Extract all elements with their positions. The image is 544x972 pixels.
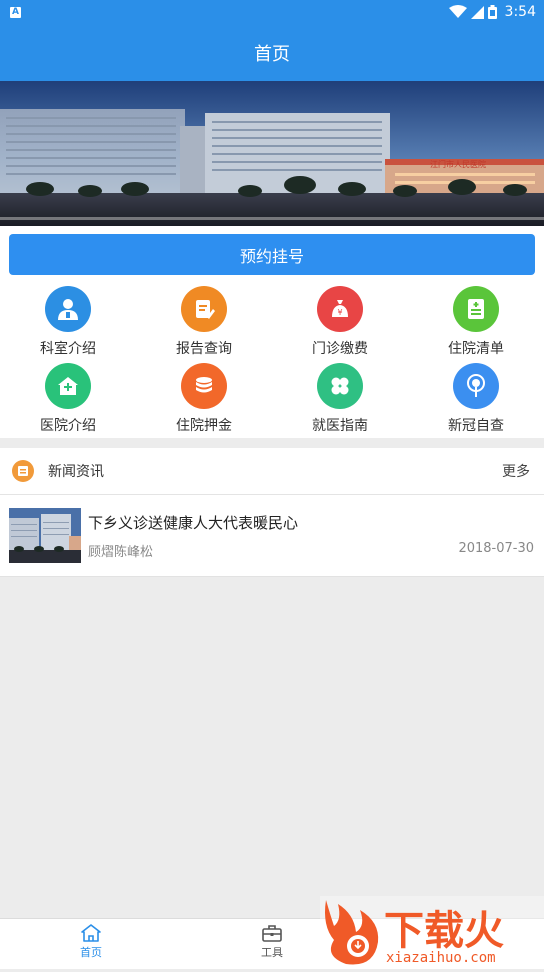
page-title: 首页 [254, 43, 290, 65]
menu-item-label: 报告查询 [176, 341, 232, 357]
virus-check-icon [453, 363, 499, 409]
menu-item-deposit[interactable]: 住院押金 [136, 363, 272, 440]
news-item-date: 2018-07-30 [458, 541, 534, 556]
money-bag-icon: ¥ [317, 286, 363, 332]
svg-text:¥: ¥ [337, 308, 342, 317]
news-icon [12, 460, 34, 482]
appointment-button[interactable]: 预约挂号 [9, 234, 535, 275]
news-thumbnail [9, 508, 81, 563]
doctor-icon [45, 286, 91, 332]
menu-item-inpatient-list[interactable]: 住院清单 [408, 286, 544, 363]
battery-icon [487, 5, 497, 19]
toolbox-icon [262, 925, 282, 942]
tab-home[interactable]: 首页 [46, 923, 136, 960]
menu-item-guide[interactable]: 就医指南 [272, 363, 408, 440]
watermark-logo: 下载火 xiazaihuo.com [320, 896, 544, 968]
menu-item-report[interactable]: 报告查询 [136, 286, 272, 363]
hospital-icon [45, 363, 91, 409]
menu-item-label: 科室介绍 [40, 341, 96, 357]
news-item-title: 下乡义诊送健康人大代表暖民心 [88, 514, 299, 532]
menu-item-label: 住院押金 [176, 418, 232, 434]
status-bar: A 3:54 [0, 0, 544, 24]
tab-tools[interactable]: 工具 [227, 923, 317, 960]
menu-item-hospital-intro[interactable]: 医院介绍 [0, 363, 136, 440]
notification-icon: A [10, 6, 21, 18]
tab-home-label: 首页 [80, 946, 102, 959]
banner-sign-text: 江门市人民医院 [430, 159, 486, 169]
news-more-link[interactable]: 更多 [502, 461, 530, 481]
hospital-banner[interactable]: 江门市人民医院 [0, 81, 544, 226]
menu-item-label: 住院清单 [448, 341, 504, 357]
wifi-icon [448, 5, 467, 18]
hospital-banner-image: 江门市人民医院 [0, 81, 544, 226]
coins-icon [181, 363, 227, 409]
report-icon [181, 286, 227, 332]
menu-item-label: 新冠自查 [448, 418, 504, 434]
clock: 3:54 [504, 4, 536, 20]
menu-item-label: 医院介绍 [40, 418, 96, 434]
home-menu-panel: 预约挂号 科室介绍 报告查询 ¥ 门诊缴费 住院清单 医院介绍 住院押金 就医指… [0, 226, 544, 438]
xiazaihuo-watermark: 下载火 xiazaihuo.com [320, 896, 544, 968]
clover-icon [317, 363, 363, 409]
app-bar: 首页 [0, 24, 544, 81]
menu-item-covid-check[interactable]: 新冠自查 [408, 363, 544, 440]
home-icon [81, 924, 101, 942]
news-section-header: 新闻资讯 更多 [0, 448, 544, 495]
tab-tools-label: 工具 [261, 946, 283, 959]
watermark-url: xiazaihuo.com [386, 950, 496, 966]
menu-item-department[interactable]: 科室介绍 [0, 286, 136, 363]
news-section-title: 新闻资讯 [48, 464, 104, 480]
menu-item-outpatient-payment[interactable]: ¥ 门诊缴费 [272, 286, 408, 363]
news-item-author: 顾熠陈峰松 [88, 545, 154, 560]
function-grid: 科室介绍 报告查询 ¥ 门诊缴费 住院清单 医院介绍 住院押金 就医指南 新冠自… [0, 286, 544, 440]
news-list-item[interactable]: 下乡义诊送健康人大代表暖民心 顾熠陈峰松 2018-07-30 [0, 495, 544, 577]
list-icon [453, 286, 499, 332]
menu-item-label: 就医指南 [312, 418, 368, 434]
signal-icon [470, 5, 484, 19]
menu-item-label: 门诊缴费 [312, 341, 368, 357]
watermark-brand: 下载火 [384, 908, 504, 954]
